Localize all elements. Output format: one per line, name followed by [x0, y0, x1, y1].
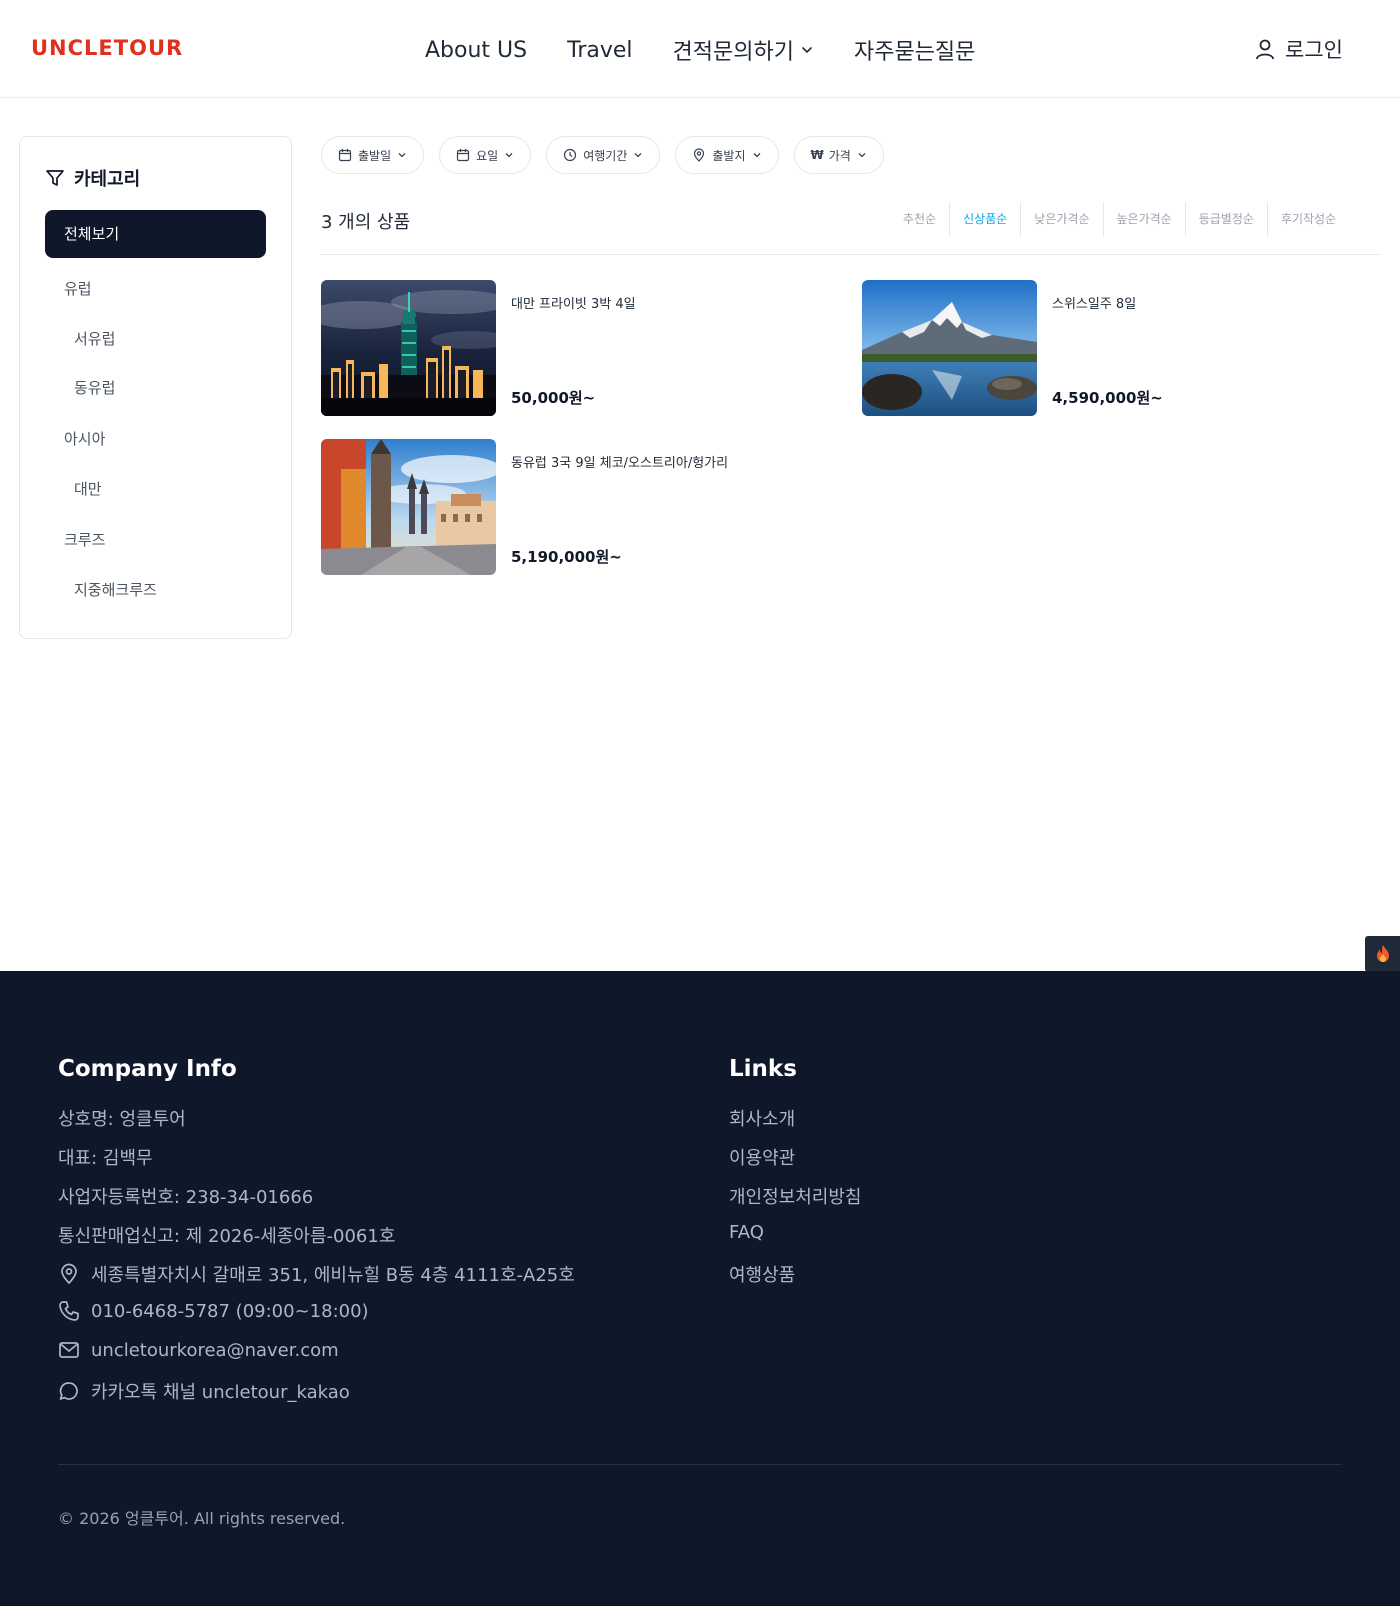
login-button[interactable]: 로그인 — [1255, 34, 1343, 64]
chevron-down-icon — [858, 153, 866, 158]
filter-duration[interactable]: 여행기간 — [546, 136, 661, 174]
mail-order-number: 통신판매업신고: 제 2026-세종아름-0061호 — [58, 1226, 396, 1247]
company-phone[interactable]: 010-6468-5787 (09:00~18:00) — [58, 1300, 369, 1322]
filter-duration-label: 여행기간 — [583, 148, 628, 163]
company-email[interactable]: uncletourkorea@naver.com — [58, 1339, 339, 1361]
mail-icon — [59, 1342, 79, 1358]
sort-options: 추천순 신상품순 낮은가격순 높은가격순 등급별정순 후기작성순 — [890, 202, 1349, 236]
kakao-text: 카카오톡 채널 uncletour_kakao — [91, 1382, 350, 1403]
footer-link-terms[interactable]: 이용약관 — [729, 1144, 795, 1170]
product-image-prague[interactable] — [321, 439, 496, 575]
chevron-down-icon — [634, 153, 642, 158]
nav-quote[interactable]: 견적문의하기 — [673, 34, 814, 66]
footer-link-faq[interactable]: FAQ — [729, 1222, 764, 1243]
sidebar-item-europe[interactable]: 유럽 — [64, 278, 92, 299]
sidebar-item-east-europe[interactable]: 동유럽 — [74, 377, 115, 398]
nav-faq[interactable]: 자주묻는질문 — [854, 34, 975, 66]
product-name[interactable]: 동유럽 3국 9일 체코/오스트리아/헝가리 — [511, 452, 728, 471]
chevron-down-icon — [802, 47, 812, 54]
chevron-down-icon — [398, 153, 406, 158]
logo[interactable]: UNCLETOUR — [31, 36, 183, 60]
product-image-taipei[interactable] — [321, 280, 496, 416]
category-sidebar: 카테고리 전체보기 유럽 서유럽 동유럽 아시아 대만 크루즈 지중해크루즈 — [19, 136, 292, 639]
links-title: Links — [729, 1056, 797, 1082]
floating-fire-button[interactable] — [1365, 936, 1400, 972]
won-icon: ₩ — [810, 148, 824, 162]
filter-origin-label: 출발지 — [712, 148, 746, 163]
nav-travel-label: Travel — [567, 37, 633, 63]
filter-icon — [46, 170, 64, 186]
sidebar-item-cruise[interactable]: 크루즈 — [64, 529, 105, 550]
sort-grade[interactable]: 등급별정순 — [1184, 202, 1267, 236]
product-price: 4,590,000원~ — [1052, 389, 1163, 407]
company-ceo: 대표: 김백무 — [58, 1148, 153, 1169]
sort-price-low[interactable]: 낮은가격순 — [1020, 202, 1102, 236]
product-card[interactable]: 대만 프라이빗 3박 4일 50,000원~ — [321, 280, 821, 416]
product-card[interactable]: 스위스일주 8일 4,590,000원~ — [862, 280, 1362, 416]
filter-price[interactable]: ₩ 가격 — [793, 136, 884, 174]
sidebar-item-mediterranean-cruise[interactable]: 지중해크루즈 — [74, 579, 157, 600]
nav-travel[interactable]: Travel — [567, 38, 632, 63]
results-divider — [321, 254, 1381, 255]
nav-faq-label: 자주묻는질문 — [853, 40, 976, 65]
chevron-down-icon — [505, 153, 513, 158]
filter-departure-date-label: 출발일 — [358, 148, 392, 163]
product-image-switzerland[interactable] — [862, 280, 1037, 416]
filter-bar: 출발일 요일 여행기간 출발지 ₩ 가격 — [321, 136, 899, 174]
company-address: 세종특별자치시 갈매로 351, 에비뉴힐 B동 4층 4111호-A25호 — [58, 1261, 575, 1287]
product-name[interactable]: 스위스일주 8일 — [1052, 293, 1136, 312]
map-pin-icon — [61, 1263, 77, 1285]
sidebar-item-asia[interactable]: 아시아 — [64, 428, 105, 449]
sort-reviews[interactable]: 후기작성순 — [1266, 202, 1349, 236]
copyright: © 2026 엉클투어. All rights reserved. — [58, 1509, 346, 1528]
filter-origin[interactable]: 출발지 — [675, 136, 779, 174]
clock-icon — [564, 148, 577, 162]
nav-about-us[interactable]: About US — [425, 38, 527, 63]
company-info-title: Company Info — [58, 1056, 237, 1082]
sidebar-item-all[interactable]: 전체보기 — [45, 210, 266, 258]
filter-departure-date[interactable]: 출발일 — [321, 136, 425, 174]
category-title-label: 카테고리 — [74, 169, 141, 190]
filter-weekday-label: 요일 — [476, 148, 499, 163]
main-nav: About US Travel 견적문의하기 자주묻는질문 — [425, 34, 1015, 66]
filter-price-label: 가격 — [828, 148, 851, 163]
login-label: 로그인 — [1285, 38, 1343, 62]
chat-icon — [59, 1382, 78, 1400]
email-text: uncletourkorea@naver.com — [91, 1339, 339, 1361]
product-name[interactable]: 대만 프라이빗 3박 4일 — [511, 293, 636, 312]
user-icon — [1256, 39, 1274, 60]
footer-link-products[interactable]: 여행상품 — [729, 1261, 795, 1287]
sort-recommended[interactable]: 추천순 — [890, 202, 949, 236]
sort-newest[interactable]: 신상품순 — [949, 202, 1020, 236]
business-number: 사업자등록번호: 238-34-01666 — [58, 1187, 314, 1208]
company-kakao[interactable]: 카카오톡 채널 uncletour_kakao — [58, 1378, 350, 1404]
sort-price-high[interactable]: 높은가격순 — [1102, 202, 1185, 236]
product-card[interactable]: 동유럽 3국 9일 체코/오스트리아/헝가리 5,190,000원~ — [321, 439, 841, 575]
chevron-down-icon — [753, 153, 760, 158]
nav-about-us-label: About US — [425, 37, 528, 63]
nav-quote-label: 견적문의하기 — [672, 40, 794, 65]
filter-weekday[interactable]: 요일 — [439, 136, 532, 174]
calendar-icon — [338, 149, 352, 162]
company-name: 상호명: 엉클투어 — [58, 1109, 186, 1130]
phone-icon — [59, 1301, 79, 1321]
sidebar-item-taiwan[interactable]: 대만 — [74, 478, 102, 499]
map-pin-icon — [694, 148, 705, 162]
footer-link-about[interactable]: 회사소개 — [729, 1105, 795, 1131]
site-footer: Company Info 상호명: 엉클투어 대표: 김백무 사업자등록번호: … — [0, 971, 1400, 1606]
site-header: UNCLETOUR About US Travel 견적문의하기 자주묻는질문 … — [0, 0, 1400, 98]
product-price: 5,190,000원~ — [511, 548, 622, 566]
fire-icon — [1376, 945, 1389, 962]
footer-link-privacy[interactable]: 개인정보처리방침 — [729, 1183, 861, 1209]
phone-text: 010-6468-5787 (09:00~18:00) — [91, 1300, 369, 1322]
calendar-icon — [457, 149, 470, 162]
sidebar-item-west-europe[interactable]: 서유럽 — [74, 328, 115, 349]
category-title: 카테고리 — [45, 165, 140, 191]
product-price: 50,000원~ — [511, 389, 596, 407]
product-count: 3 개의 상품 — [321, 212, 411, 233]
footer-divider — [58, 1464, 1341, 1465]
address-text: 세종특별자치시 갈매로 351, 에비뉴힐 B동 4층 4111호-A25호 — [91, 1265, 575, 1286]
